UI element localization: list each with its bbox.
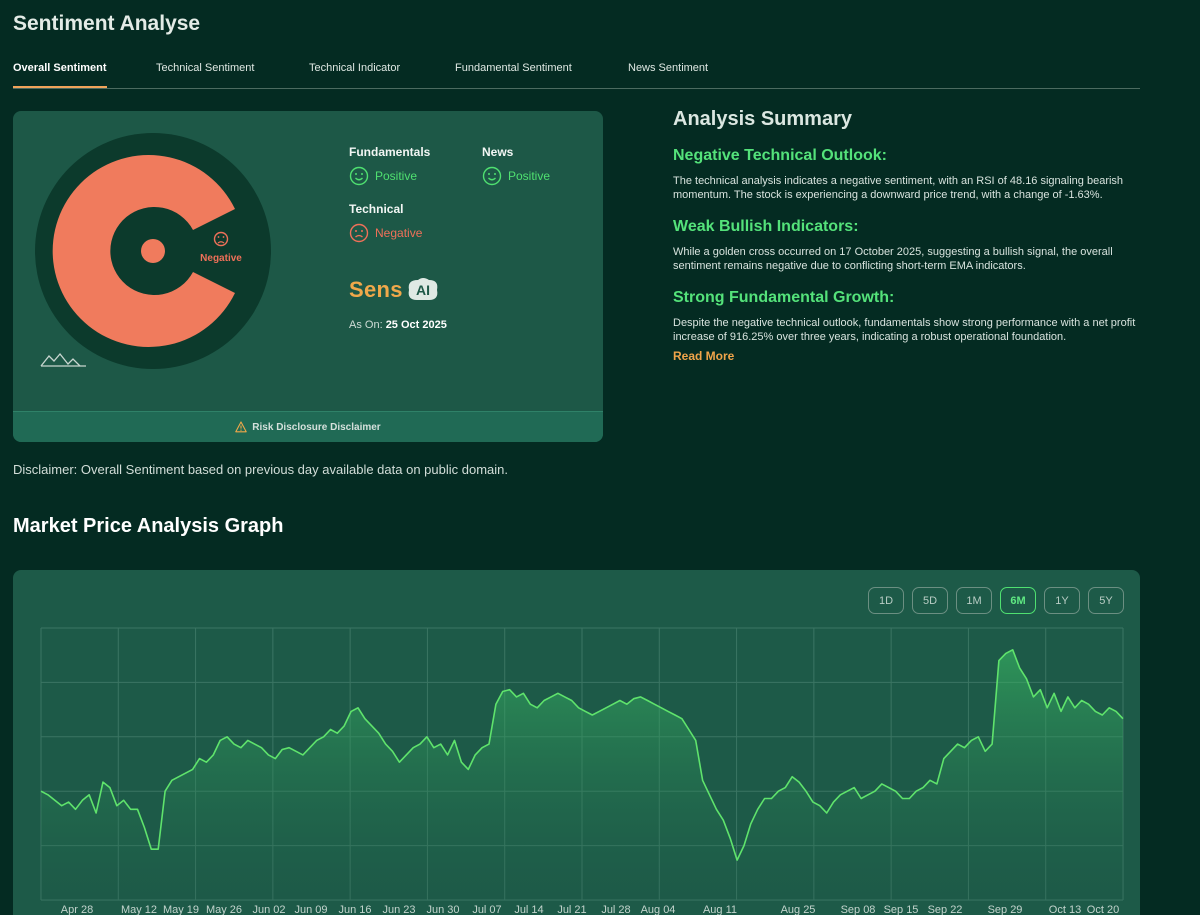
analysis-summary: Analysis Summary Negative Technical Outl… bbox=[673, 108, 1143, 365]
news-value: Positive bbox=[508, 169, 551, 183]
page-title: Sentiment Analyse bbox=[13, 12, 201, 35]
brand-text: Sens bbox=[349, 277, 403, 302]
news-status: News Positive bbox=[482, 145, 550, 186]
x-tick-label: Jun 23 bbox=[382, 904, 415, 915]
tab-fundamental-sentiment[interactable]: Fundamental Sentiment bbox=[455, 62, 572, 74]
as-on-value: 25 Oct 2025 bbox=[385, 319, 447, 331]
technical-label: Technical bbox=[349, 202, 404, 216]
risk-disclaimer-label: Risk Disclosure Disclaimer bbox=[252, 421, 381, 433]
summary-body: Despite the negative technical outlook, … bbox=[673, 317, 1136, 343]
technical-value: Negative bbox=[375, 226, 423, 240]
range-1y-button[interactable]: 1Y bbox=[1044, 587, 1080, 614]
x-tick-label: Jun 30 bbox=[426, 904, 459, 915]
risk-disclaimer-link[interactable]: Risk Disclosure Disclaimer bbox=[13, 411, 603, 442]
x-tick-label: Jul 07 bbox=[472, 904, 501, 915]
x-tick-label: Aug 11 bbox=[703, 904, 737, 915]
range-5d-button[interactable]: 5D bbox=[912, 587, 948, 614]
tab-overall-sentiment[interactable]: Overall Sentiment bbox=[13, 62, 107, 88]
price-graph-card: Apr 28 May 12 May 19 May 26 Jun 02 Jun 09 Jun … bbox=[13, 570, 1140, 915]
ai-badge-icon: AI bbox=[408, 278, 438, 300]
range-1m-button[interactable]: 1M bbox=[956, 587, 992, 614]
x-tick-label: Oct 20 bbox=[1087, 904, 1119, 915]
overall-disclaimer: Disclaimer: Overall Sentiment based on p… bbox=[13, 462, 508, 477]
smile-icon bbox=[349, 166, 369, 186]
x-tick-label: Oct 13 bbox=[1049, 904, 1081, 915]
sad-face-icon bbox=[349, 223, 369, 243]
range-selector: 1D 5D 1M 6M 1Y 5Y bbox=[868, 587, 1124, 614]
x-tick-label: Aug 04 bbox=[641, 904, 676, 915]
technical-status: Technical Negative bbox=[349, 202, 422, 243]
gauge-sentiment-label: Negative bbox=[200, 253, 242, 264]
ai-badge-text: AI bbox=[416, 282, 430, 298]
fundamentals-status: Fundamentals Positive bbox=[349, 145, 430, 186]
tab-technical-indicator[interactable]: Technical Indicator bbox=[309, 62, 400, 74]
x-tick-label: Jul 14 bbox=[514, 904, 543, 915]
x-tick-label: Aug 25 bbox=[781, 904, 816, 915]
sentiment-card: Negative Fundamentals Positive News Posi… bbox=[13, 111, 603, 442]
summary-body: The technical analysis indicates a negat… bbox=[673, 175, 1124, 201]
x-tick-label: Jun 02 bbox=[252, 904, 285, 915]
summary-heading: Strong Fundamental Growth: bbox=[673, 289, 895, 306]
sensai-logo: Sens AI bbox=[349, 276, 443, 304]
x-tick-label: Sep 29 bbox=[988, 904, 1023, 915]
x-tick-label: Jun 09 bbox=[294, 904, 327, 915]
summary-heading: Negative Technical Outlook: bbox=[673, 147, 887, 164]
x-tick-label: May 26 bbox=[206, 904, 242, 915]
range-5y-button[interactable]: 5Y bbox=[1088, 587, 1124, 614]
mountain-logo-icon bbox=[40, 352, 86, 367]
price-chart: Apr 28 May 12 May 19 May 26 Jun 02 Jun 09 Jun … bbox=[40, 627, 1124, 915]
as-on-label: As On: bbox=[349, 319, 383, 331]
x-tick-label: Jun 16 bbox=[338, 904, 371, 915]
sentiment-gauge: Negative bbox=[35, 133, 271, 369]
x-tick-label: May 12 bbox=[121, 904, 157, 915]
x-tick-label: May 19 bbox=[163, 904, 199, 915]
x-tick-label: Jul 28 bbox=[601, 904, 630, 915]
range-6m-button[interactable]: 6M bbox=[1000, 587, 1036, 614]
sentiment-tabs: Overall Sentiment Technical Sentiment Te… bbox=[13, 58, 1140, 89]
read-more-link[interactable]: Read More bbox=[673, 349, 734, 363]
x-tick-label: Sep 15 bbox=[884, 904, 919, 915]
news-label: News bbox=[482, 145, 514, 159]
graph-title: Market Price Analysis Graph bbox=[13, 515, 284, 537]
warning-icon bbox=[235, 421, 248, 433]
smile-icon bbox=[482, 166, 502, 186]
as-on-date: As On: 25 Oct 2025 bbox=[349, 319, 447, 331]
summary-heading: Weak Bullish Indicators: bbox=[673, 218, 859, 235]
x-tick-label: Sep 08 bbox=[841, 904, 876, 915]
tab-technical-sentiment[interactable]: Technical Sentiment bbox=[156, 62, 254, 74]
fundamentals-label: Fundamentals bbox=[349, 145, 431, 159]
x-tick-label: Apr 28 bbox=[61, 904, 93, 915]
range-1d-button[interactable]: 1D bbox=[868, 587, 904, 614]
tab-news-sentiment[interactable]: News Sentiment bbox=[628, 62, 708, 74]
summary-body: While a golden cross occurred on 17 Octo… bbox=[673, 246, 1113, 272]
x-tick-label: Sep 22 bbox=[928, 904, 963, 915]
summary-title: Analysis Summary bbox=[673, 108, 852, 130]
fundamentals-value: Positive bbox=[375, 169, 418, 183]
x-tick-label: Jul 21 bbox=[557, 904, 586, 915]
